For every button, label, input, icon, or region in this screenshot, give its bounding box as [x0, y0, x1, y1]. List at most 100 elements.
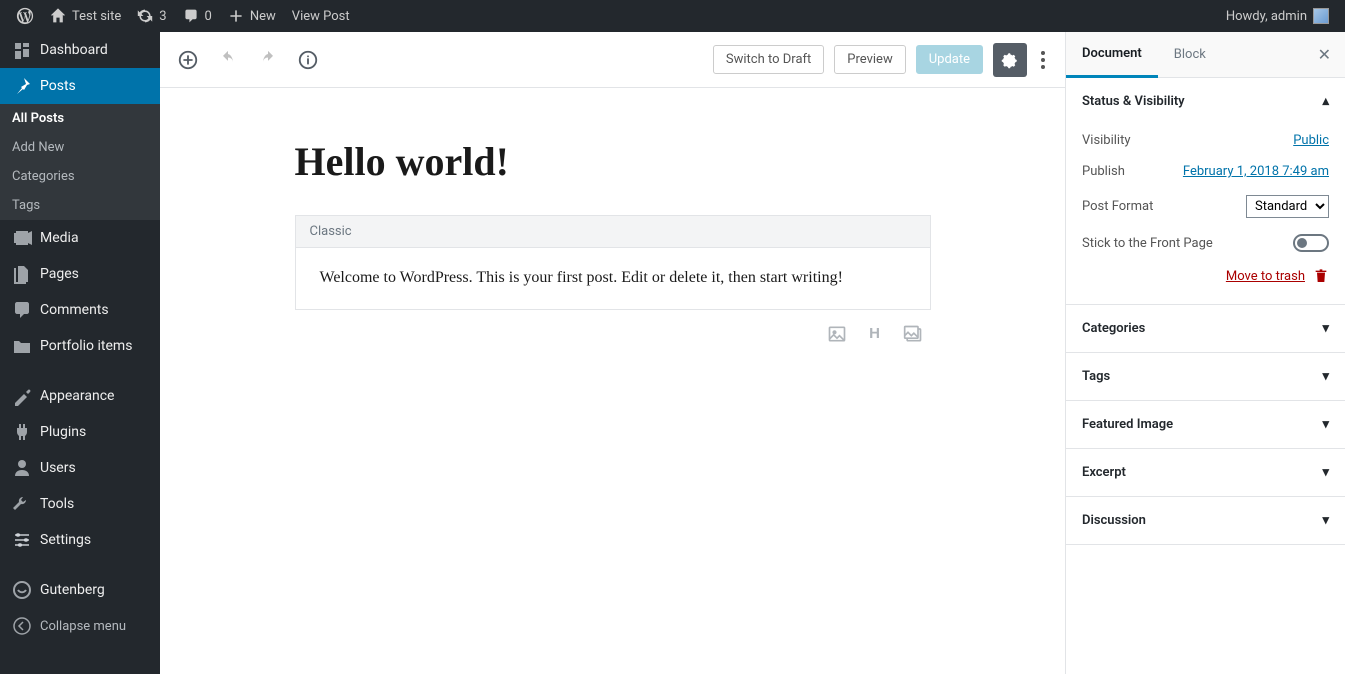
panel-tags: Tags▾ [1066, 353, 1345, 401]
user-greeting[interactable]: Howdy, admin [1222, 0, 1333, 32]
heading-block-icon[interactable]: H [865, 324, 885, 344]
move-to-trash-link[interactable]: Move to trash [1226, 269, 1305, 284]
classic-block[interactable]: Classic Welcome to WordPress. This is yo… [295, 215, 931, 310]
comments-icon [12, 300, 32, 320]
panel-status-visibility: Status & Visibility ▴ Visibility Public … [1066, 78, 1345, 305]
sidebar-item-comments[interactable]: Comments [0, 292, 160, 328]
avatar [1313, 8, 1329, 24]
sidebar-sub-categories[interactable]: Categories [0, 162, 160, 191]
redo-button[interactable] [256, 48, 280, 72]
panel-header-status[interactable]: Status & Visibility ▴ [1066, 78, 1345, 125]
media-icon [12, 228, 32, 248]
chevron-down-icon: ▾ [1322, 321, 1329, 336]
comment-icon [183, 8, 199, 24]
sidebar-item-settings[interactable]: Settings [0, 522, 160, 558]
home-icon [50, 8, 66, 24]
wordpress-logo[interactable] [8, 0, 42, 32]
kebab-icon [1041, 51, 1045, 69]
post-format-select[interactable]: Standard [1246, 195, 1329, 218]
undo-button[interactable] [216, 48, 240, 72]
panel-header-categories[interactable]: Categories▾ [1066, 305, 1345, 352]
info-button[interactable] [296, 48, 320, 72]
comments-count: 0 [205, 9, 212, 24]
main-content: Switch to Draft Preview Update Hello wor… [160, 32, 1345, 674]
refresh-icon [137, 8, 153, 24]
chevron-down-icon: ▾ [1322, 465, 1329, 480]
visibility-label: Visibility [1082, 133, 1131, 148]
close-inspector-button[interactable]: ✕ [1304, 45, 1345, 64]
site-home-link[interactable]: Test site [42, 0, 129, 32]
editor-area: Switch to Draft Preview Update Hello wor… [160, 32, 1065, 674]
more-options-button[interactable] [1037, 51, 1049, 69]
sidebar-item-portfolio[interactable]: Portfolio items [0, 328, 160, 364]
appearance-icon [12, 386, 32, 406]
sidebar-item-tools[interactable]: Tools [0, 486, 160, 522]
comments-link[interactable]: 0 [175, 0, 220, 32]
update-button[interactable]: Update [916, 45, 983, 74]
sticky-toggle[interactable] [1293, 234, 1329, 252]
settings-toggle-button[interactable] [993, 43, 1027, 77]
switch-to-draft-button[interactable]: Switch to Draft [713, 45, 824, 74]
updates-count: 3 [159, 9, 166, 24]
visibility-value-link[interactable]: Public [1293, 133, 1329, 148]
sidebar-item-posts[interactable]: Posts [0, 68, 160, 104]
panel-header-tags[interactable]: Tags▾ [1066, 353, 1345, 400]
sticky-label: Stick to the Front Page [1082, 236, 1213, 251]
sidebar-item-pages[interactable]: Pages [0, 256, 160, 292]
plus-icon [228, 8, 244, 24]
pin-icon [12, 76, 32, 96]
image-block-icon[interactable] [827, 324, 847, 344]
panel-header-discussion[interactable]: Discussion▾ [1066, 497, 1345, 544]
sidebar-sub-add-new[interactable]: Add New [0, 133, 160, 162]
plugins-icon [12, 422, 32, 442]
chevron-up-icon: ▴ [1322, 94, 1329, 109]
sidebar-sub-tags[interactable]: Tags [0, 191, 160, 220]
sidebar-item-users[interactable]: Users [0, 450, 160, 486]
site-name: Test site [72, 9, 121, 24]
admin-toolbar: Test site 3 0 New View Post Howdy, admin [0, 0, 1345, 32]
chevron-down-icon: ▾ [1322, 417, 1329, 432]
sidebar-item-appearance[interactable]: Appearance [0, 378, 160, 414]
settings-icon [12, 530, 32, 550]
collapse-menu-button[interactable]: Collapse menu [0, 608, 160, 644]
block-appender: H [295, 310, 931, 344]
sidebar-item-plugins[interactable]: Plugins [0, 414, 160, 450]
sidebar-submenu-posts: All Posts Add New Categories Tags [0, 104, 160, 220]
pages-icon [12, 264, 32, 284]
post-format-label: Post Format [1082, 199, 1153, 214]
view-post-link[interactable]: View Post [284, 0, 358, 32]
editor-canvas[interactable]: Hello world! Classic Welcome to WordPres… [160, 88, 1065, 674]
tools-icon [12, 494, 32, 514]
admin-sidebar: Dashboard Posts All Posts Add New Catego… [0, 32, 160, 674]
portfolio-icon [12, 336, 32, 356]
gallery-block-icon[interactable] [903, 324, 923, 344]
gear-icon [1001, 51, 1019, 69]
block-type-label: Classic [296, 216, 930, 248]
tab-document[interactable]: Document [1066, 32, 1158, 78]
collapse-icon [12, 616, 32, 636]
dashboard-icon [12, 40, 32, 60]
panel-categories: Categories▾ [1066, 305, 1345, 353]
panel-header-featured-image[interactable]: Featured Image▾ [1066, 401, 1345, 448]
new-label: New [250, 9, 276, 24]
gutenberg-icon [12, 580, 32, 600]
block-content[interactable]: Welcome to WordPress. This is your first… [296, 248, 930, 309]
updates-link[interactable]: 3 [129, 0, 174, 32]
preview-button[interactable]: Preview [834, 45, 905, 74]
panel-header-excerpt[interactable]: Excerpt▾ [1066, 449, 1345, 496]
panel-discussion: Discussion▾ [1066, 497, 1345, 545]
trash-icon [1313, 268, 1329, 284]
sidebar-item-gutenberg[interactable]: Gutenberg [0, 572, 160, 608]
post-title[interactable]: Hello world! [295, 138, 931, 185]
tab-block[interactable]: Block [1158, 33, 1222, 76]
publish-date-link[interactable]: February 1, 2018 7:49 am [1183, 164, 1329, 179]
chevron-down-icon: ▾ [1322, 513, 1329, 528]
panel-excerpt: Excerpt▾ [1066, 449, 1345, 497]
sidebar-sub-all-posts[interactable]: All Posts [0, 104, 160, 133]
sidebar-item-dashboard[interactable]: Dashboard [0, 32, 160, 68]
new-content-link[interactable]: New [220, 0, 284, 32]
publish-label: Publish [1082, 164, 1125, 179]
add-block-button[interactable] [176, 48, 200, 72]
inspector-panel: Document Block ✕ Status & Visibility ▴ V… [1065, 32, 1345, 674]
sidebar-item-media[interactable]: Media [0, 220, 160, 256]
